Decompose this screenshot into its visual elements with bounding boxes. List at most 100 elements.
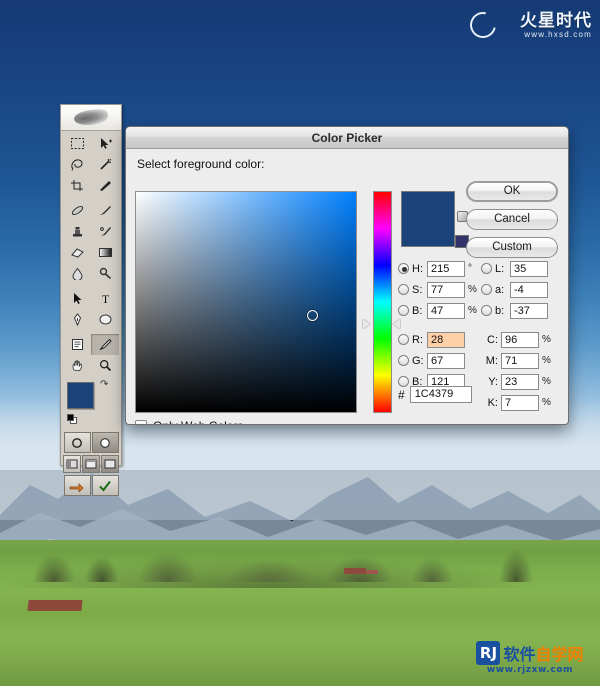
input-h[interactable]: 215 — [427, 260, 465, 277]
watermark-rjzxw-brand: 软件自学网 — [503, 641, 583, 665]
eyedropper-tool[interactable] — [91, 334, 119, 355]
radio-brightness[interactable] — [398, 305, 409, 316]
checkbox-box-icon[interactable] — [135, 420, 147, 424]
field-y[interactable]: Y: 23 % — [481, 373, 564, 390]
radio-g[interactable] — [398, 355, 409, 366]
hex-field-row[interactable]: # 1C4379 — [398, 386, 472, 403]
input-s[interactable]: 77 — [427, 281, 465, 298]
hex-input[interactable]: 1C4379 — [409, 386, 472, 403]
dialog-titlebar[interactable]: Color Picker — [126, 127, 568, 149]
field-b-lab[interactable]: b: -37 — [481, 302, 564, 319]
watermark-rjzxw-url: www.rjzxw.com — [486, 665, 574, 675]
field-g[interactable]: G: 67 — [398, 352, 481, 369]
checkmark-button[interactable] — [91, 475, 119, 496]
input-b-lab[interactable]: -37 — [510, 302, 548, 319]
radio-h[interactable] — [398, 263, 409, 274]
notes-tool[interactable] — [63, 334, 91, 355]
hue-slider[interactable] — [363, 191, 400, 413]
blur-tool[interactable] — [63, 263, 91, 284]
radio-a[interactable] — [481, 284, 492, 295]
only-web-colors-label: Only Web Colors — [153, 419, 243, 424]
input-r[interactable]: 28 — [427, 331, 465, 348]
tree-line — [0, 548, 600, 582]
field-brightness[interactable]: B: 47 % — [398, 302, 481, 319]
only-web-colors-checkbox[interactable]: Only Web Colors — [135, 419, 243, 424]
shape-tool[interactable] — [91, 309, 119, 330]
field-r[interactable]: R: 28 — [398, 331, 481, 348]
dodge-tool[interactable] — [91, 263, 119, 284]
label-h: H: — [412, 262, 423, 275]
radio-b-lab[interactable] — [481, 305, 492, 316]
input-k[interactable]: 7 — [501, 394, 539, 411]
dialog-title: Color Picker — [311, 130, 383, 145]
field-a[interactable]: a: -4 — [481, 281, 564, 298]
marquee-tool[interactable] — [63, 133, 91, 154]
standard-mask-button[interactable] — [63, 432, 91, 453]
color-swatches[interactable]: ↷ — [67, 380, 121, 428]
slice-tool[interactable] — [91, 175, 119, 196]
input-g[interactable]: 67 — [427, 352, 465, 369]
history-brush-tool[interactable] — [91, 221, 119, 242]
input-c[interactable]: 96 — [501, 331, 539, 348]
color-picker-dialog[interactable]: Color Picker Select foreground color: H:… — [125, 126, 569, 425]
hue-marker-left[interactable] — [363, 319, 370, 329]
field-s[interactable]: S: 77 % — [398, 281, 481, 298]
pen-tool[interactable] — [63, 309, 91, 330]
swap-colors-icon[interactable]: ↷ — [100, 380, 112, 390]
photoshop-logo — [61, 105, 121, 131]
unit-c: % — [542, 334, 551, 345]
saturation-brightness-field[interactable] — [135, 191, 357, 413]
ok-button[interactable]: OK — [466, 181, 558, 202]
field-k[interactable]: K: 7 % — [481, 394, 564, 411]
input-y[interactable]: 23 — [501, 373, 539, 390]
input-brightness[interactable]: 47 — [427, 302, 465, 319]
photoshop-toolbar[interactable]: T ↷ — [60, 104, 122, 496]
healing-brush-tool[interactable] — [63, 200, 91, 221]
full-screen-mode[interactable] — [101, 455, 119, 473]
svg-text:T: T — [101, 292, 109, 305]
cancel-button[interactable]: Cancel — [466, 209, 558, 230]
eraser-tool[interactable] — [63, 242, 91, 263]
path-selection-tool[interactable] — [63, 288, 91, 309]
gradient-tool[interactable] — [91, 242, 119, 263]
default-colors-icon[interactable] — [67, 414, 78, 425]
label-y: Y: — [488, 375, 498, 388]
color-field-marker[interactable] — [307, 310, 318, 321]
input-a[interactable]: -4 — [510, 281, 548, 298]
clone-stamp-tool[interactable] — [63, 221, 91, 242]
feather-icon — [73, 107, 109, 128]
radio-r[interactable] — [398, 334, 409, 345]
label-b-lab: b: — [495, 304, 505, 317]
unit-y: % — [542, 376, 551, 387]
full-screen-menubar-mode[interactable] — [82, 455, 100, 473]
brush-tool[interactable] — [91, 200, 119, 221]
input-m[interactable]: 71 — [501, 352, 539, 369]
hand-tool[interactable] — [63, 355, 91, 376]
zoom-tool[interactable] — [91, 355, 119, 376]
custom-button[interactable]: Custom — [466, 237, 558, 258]
tool-grid[interactable]: T — [61, 131, 121, 376]
radio-s[interactable] — [398, 284, 409, 295]
jump-to-imageready-button[interactable] — [63, 475, 91, 496]
toolbar-mode-buttons[interactable] — [61, 428, 121, 500]
foreground-color-swatch[interactable] — [67, 382, 94, 409]
crop-tool[interactable] — [63, 175, 91, 196]
unit-k: % — [542, 397, 551, 408]
dialog-buttons[interactable]: OK Cancel Custom — [466, 181, 558, 265]
hue-spectrum-bar[interactable] — [373, 191, 392, 413]
field-c[interactable]: C: 96 % — [481, 331, 564, 348]
dialog-body: Select foreground color: H: 215 ° L: 35 … — [126, 149, 568, 424]
label-c: C: — [487, 333, 498, 346]
magic-wand-tool[interactable] — [91, 154, 119, 175]
watermark-hxsd-url: www.hxsd.com — [524, 29, 592, 39]
lasso-tool[interactable] — [63, 154, 91, 175]
label-g: G: — [412, 354, 424, 367]
quick-mask-button[interactable] — [91, 432, 119, 453]
unit-s: % — [468, 284, 477, 295]
move-tool[interactable] — [91, 133, 119, 154]
field-row-s-a: S: 77 % a: -4 — [398, 280, 564, 299]
unit-m: % — [542, 355, 551, 366]
standard-screen-mode[interactable] — [63, 455, 81, 473]
type-tool[interactable]: T — [91, 288, 119, 309]
field-m[interactable]: M: 71 % — [481, 352, 564, 369]
